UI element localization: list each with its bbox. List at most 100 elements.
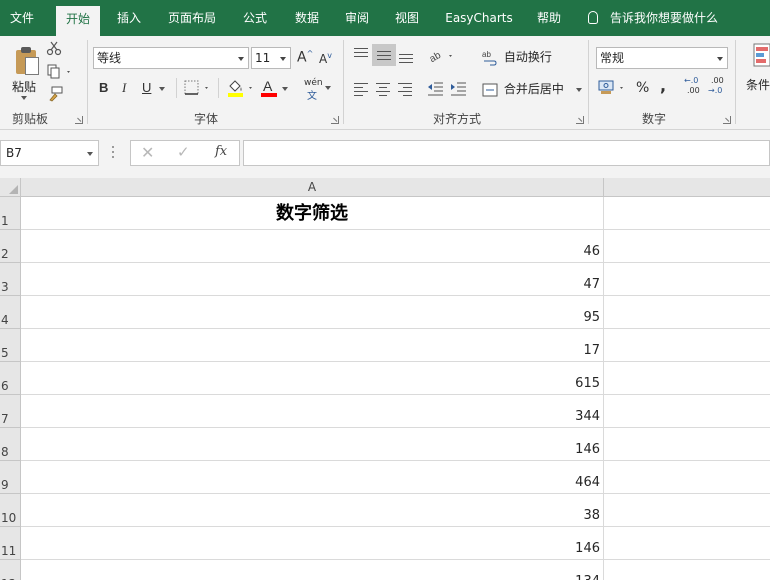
chevron-down-icon [282, 87, 288, 91]
tab-easycharts[interactable]: EasyCharts [440, 0, 518, 36]
number-launcher-icon[interactable] [723, 116, 731, 124]
underline-button[interactable]: U [142, 80, 151, 95]
cell-a[interactable]: 17 [21, 329, 604, 362]
comma-button[interactable]: , [660, 76, 666, 95]
cell-b[interactable] [604, 197, 770, 230]
row-header[interactable]: 4 [0, 296, 21, 329]
tell-me-search[interactable]: 告诉我你想要做什么 [588, 0, 718, 36]
cell-b[interactable] [604, 296, 770, 329]
align-top-icon[interactable] [354, 48, 368, 60]
font-name-select[interactable]: 等线 [93, 47, 249, 69]
conditional-formatting-label[interactable]: 条件 [746, 76, 770, 93]
percent-button[interactable]: % [636, 80, 649, 96]
tab-view[interactable]: 视图 [386, 0, 428, 36]
cell-a[interactable]: 344 [21, 395, 604, 428]
bold-button[interactable]: B [99, 80, 108, 95]
cancel-icon[interactable]: ✕ [141, 143, 154, 162]
row-header[interactable]: 5 [0, 329, 21, 362]
tab-file[interactable]: 文件 [0, 0, 44, 36]
paste-button[interactable]: 粘贴 [4, 38, 44, 104]
conditional-formatting-icon[interactable] [750, 42, 770, 68]
tab-formulas[interactable]: 公式 [234, 0, 276, 36]
underline-dropdown-icon[interactable] [159, 87, 165, 91]
decrease-decimal-button[interactable]: .00 →.0 [708, 76, 730, 98]
cell-a[interactable]: 146 [21, 428, 604, 461]
number-group-label: 数字 [642, 112, 667, 126]
italic-button[interactable]: I [122, 80, 126, 96]
tab-review[interactable]: 审阅 [336, 0, 378, 36]
cut-icon[interactable] [46, 40, 62, 56]
row-header[interactable]: 9 [0, 461, 21, 494]
enter-icon[interactable]: ✓ [177, 143, 190, 161]
cell-b[interactable] [604, 263, 770, 296]
cell-a[interactable]: 38 [21, 494, 604, 527]
orientation-icon[interactable]: ab [428, 48, 456, 64]
tab-help[interactable]: 帮助 [528, 0, 570, 36]
format-painter-icon[interactable] [46, 86, 64, 102]
cell-a[interactable]: 464 [21, 461, 604, 494]
cell-a[interactable]: 46 [21, 230, 604, 263]
tab-home[interactable]: 开始 [56, 6, 100, 36]
align-bottom-icon[interactable] [399, 54, 413, 66]
formula-input[interactable] [243, 140, 770, 166]
font-color-button[interactable]: A [260, 78, 290, 98]
wrap-text-button[interactable]: ab 自动换行 [482, 48, 552, 66]
shrink-font-button[interactable]: Av [319, 51, 332, 66]
row-header[interactable]: 1 [0, 197, 21, 230]
row-header[interactable]: 12 [0, 560, 21, 580]
row-header[interactable]: 8 [0, 428, 21, 461]
borders-icon[interactable] [184, 80, 212, 96]
grow-font-button[interactable]: A^ [297, 49, 313, 66]
column-header-a[interactable]: A [21, 178, 604, 197]
align-right-icon[interactable] [398, 83, 412, 99]
column-header-b[interactable] [604, 178, 770, 197]
menu-bar: 文件 开始 插入 页面布局 公式 数据 审阅 视图 EasyCharts 帮助 … [0, 0, 770, 36]
phonetic-guide-button[interactable]: wén 文 [300, 76, 334, 102]
cell-a[interactable]: 95 [21, 296, 604, 329]
cell-b[interactable] [604, 428, 770, 461]
merge-center-button[interactable]: 合并后居中 [482, 80, 582, 98]
font-launcher-icon[interactable] [331, 116, 339, 124]
row-header[interactable]: 7 [0, 395, 21, 428]
increase-decimal-button[interactable]: ←.0 .00 [684, 76, 706, 98]
cell-b[interactable] [604, 230, 770, 263]
cell-b[interactable] [604, 329, 770, 362]
copy-icon[interactable] [46, 64, 74, 80]
align-left-icon[interactable] [354, 83, 368, 99]
tab-insert[interactable]: 插入 [108, 0, 150, 36]
tab-page-layout[interactable]: 页面布局 [160, 0, 224, 36]
number-format-select[interactable]: 常规 [596, 47, 728, 69]
cell-b[interactable] [604, 527, 770, 560]
row-header[interactable]: 2 [0, 230, 21, 263]
insert-function-icon[interactable]: fx [215, 144, 227, 159]
row-number: 8 [1, 445, 9, 459]
drag-handle-icon[interactable] [112, 146, 115, 160]
cell-a1-title[interactable]: 数字筛选 [21, 197, 604, 230]
cell-b[interactable] [604, 494, 770, 527]
align-center-icon[interactable] [376, 83, 390, 99]
cell-b[interactable] [604, 362, 770, 395]
accounting-format-icon[interactable] [598, 79, 628, 97]
row-header[interactable]: 6 [0, 362, 21, 395]
cell-a[interactable]: 47 [21, 263, 604, 296]
alignment-launcher-icon[interactable] [576, 116, 584, 124]
font-size-select[interactable]: 11 [251, 47, 291, 69]
cell-b[interactable] [604, 461, 770, 494]
name-box[interactable]: B7 [0, 140, 99, 166]
decrease-indent-icon[interactable] [427, 81, 445, 97]
row-header[interactable]: 3 [0, 263, 21, 296]
tab-data[interactable]: 数据 [286, 0, 328, 36]
row-header[interactable]: 11 [0, 527, 21, 560]
select-all-corner[interactable] [0, 178, 21, 197]
shrink-font-icon: A [319, 52, 328, 66]
cell-b[interactable] [604, 395, 770, 428]
fill-color-icon[interactable] [226, 78, 256, 98]
row-header[interactable]: 10 [0, 494, 21, 527]
align-middle-button[interactable] [372, 44, 396, 66]
cell-a[interactable]: 146 [21, 527, 604, 560]
cell-b[interactable] [604, 560, 770, 580]
clipboard-launcher-icon[interactable] [75, 116, 83, 124]
cell-a[interactable]: 615 [21, 362, 604, 395]
cell-a[interactable]: 134 [21, 560, 604, 580]
increase-indent-icon[interactable] [450, 81, 468, 97]
